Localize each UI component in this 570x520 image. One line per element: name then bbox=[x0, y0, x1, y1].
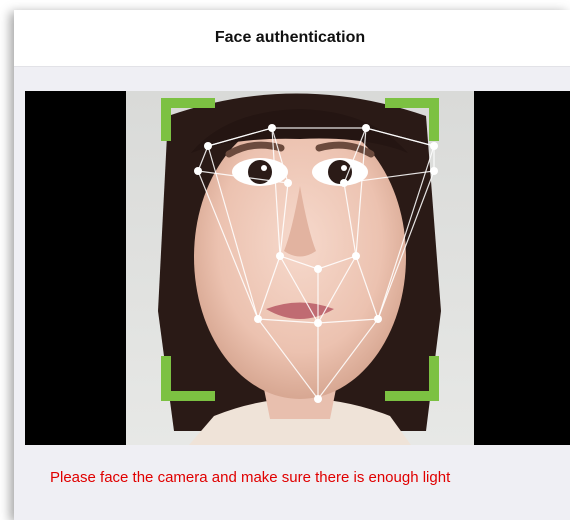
right-eye-highlight bbox=[341, 165, 347, 171]
navigation-header: Face authentication bbox=[14, 10, 570, 67]
camera-preview bbox=[126, 91, 474, 445]
page-title: Face authentication bbox=[214, 29, 366, 46]
face-auth-screen: Face authentication Please face the came… bbox=[0, 0, 570, 520]
app-window: Face authentication Please face the came… bbox=[14, 10, 570, 520]
camera-viewfinder bbox=[25, 91, 570, 445]
face-preview-graphic bbox=[126, 91, 474, 445]
left-eye-highlight bbox=[261, 165, 267, 171]
header-spacer bbox=[14, 67, 570, 91]
instruction-message: Please face the camera and make sure the… bbox=[50, 469, 451, 486]
instruction-panel: Please face the camera and make sure the… bbox=[14, 445, 570, 520]
face bbox=[194, 115, 406, 399]
